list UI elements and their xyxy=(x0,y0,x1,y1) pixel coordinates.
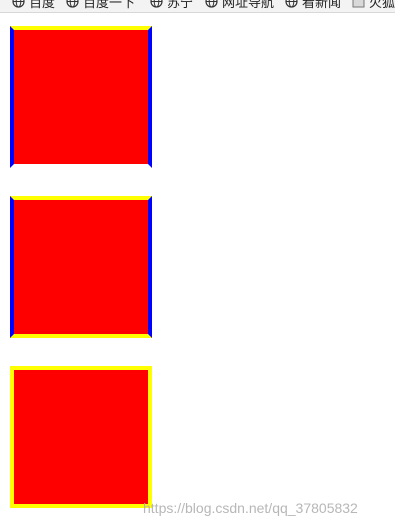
bookmark-folder-huohu[interactable]: 火狐 xyxy=(352,0,395,11)
globe-icon xyxy=(150,0,163,8)
globe-icon xyxy=(285,0,298,8)
bookmark-label: 火狐 xyxy=(369,0,395,11)
bookmark-label: 百度一下 xyxy=(83,0,136,11)
watermark: https://blog.csdn.net/qq_37805832 xyxy=(143,500,358,516)
bookmarks-bar: 百度 百度一下 苏宁 网址导航 看新闻 火狐 xyxy=(0,0,395,13)
bookmark-baidu[interactable]: 百度 xyxy=(12,0,55,11)
red-box-3 xyxy=(10,366,152,508)
folder-icon xyxy=(352,0,365,8)
red-box-1 xyxy=(10,26,152,168)
globe-icon xyxy=(66,0,79,8)
bookmark-label: 网址导航 xyxy=(222,0,275,11)
bookmark-label: 苏宁 xyxy=(167,0,194,11)
bookmark-label: 看新闻 xyxy=(302,0,342,11)
bookmark-suning[interactable]: 苏宁 xyxy=(150,0,193,11)
bookmark-label: 百度 xyxy=(29,0,56,11)
globe-icon xyxy=(205,0,218,8)
bookmark-baidu-yixia[interactable]: 百度一下 xyxy=(66,0,135,11)
bookmark-kan-xinwen[interactable]: 看新闻 xyxy=(285,0,341,11)
bookmark-wangzhi-daohang[interactable]: 网址导航 xyxy=(205,0,274,11)
red-box-2 xyxy=(10,196,152,338)
globe-icon xyxy=(12,0,25,8)
